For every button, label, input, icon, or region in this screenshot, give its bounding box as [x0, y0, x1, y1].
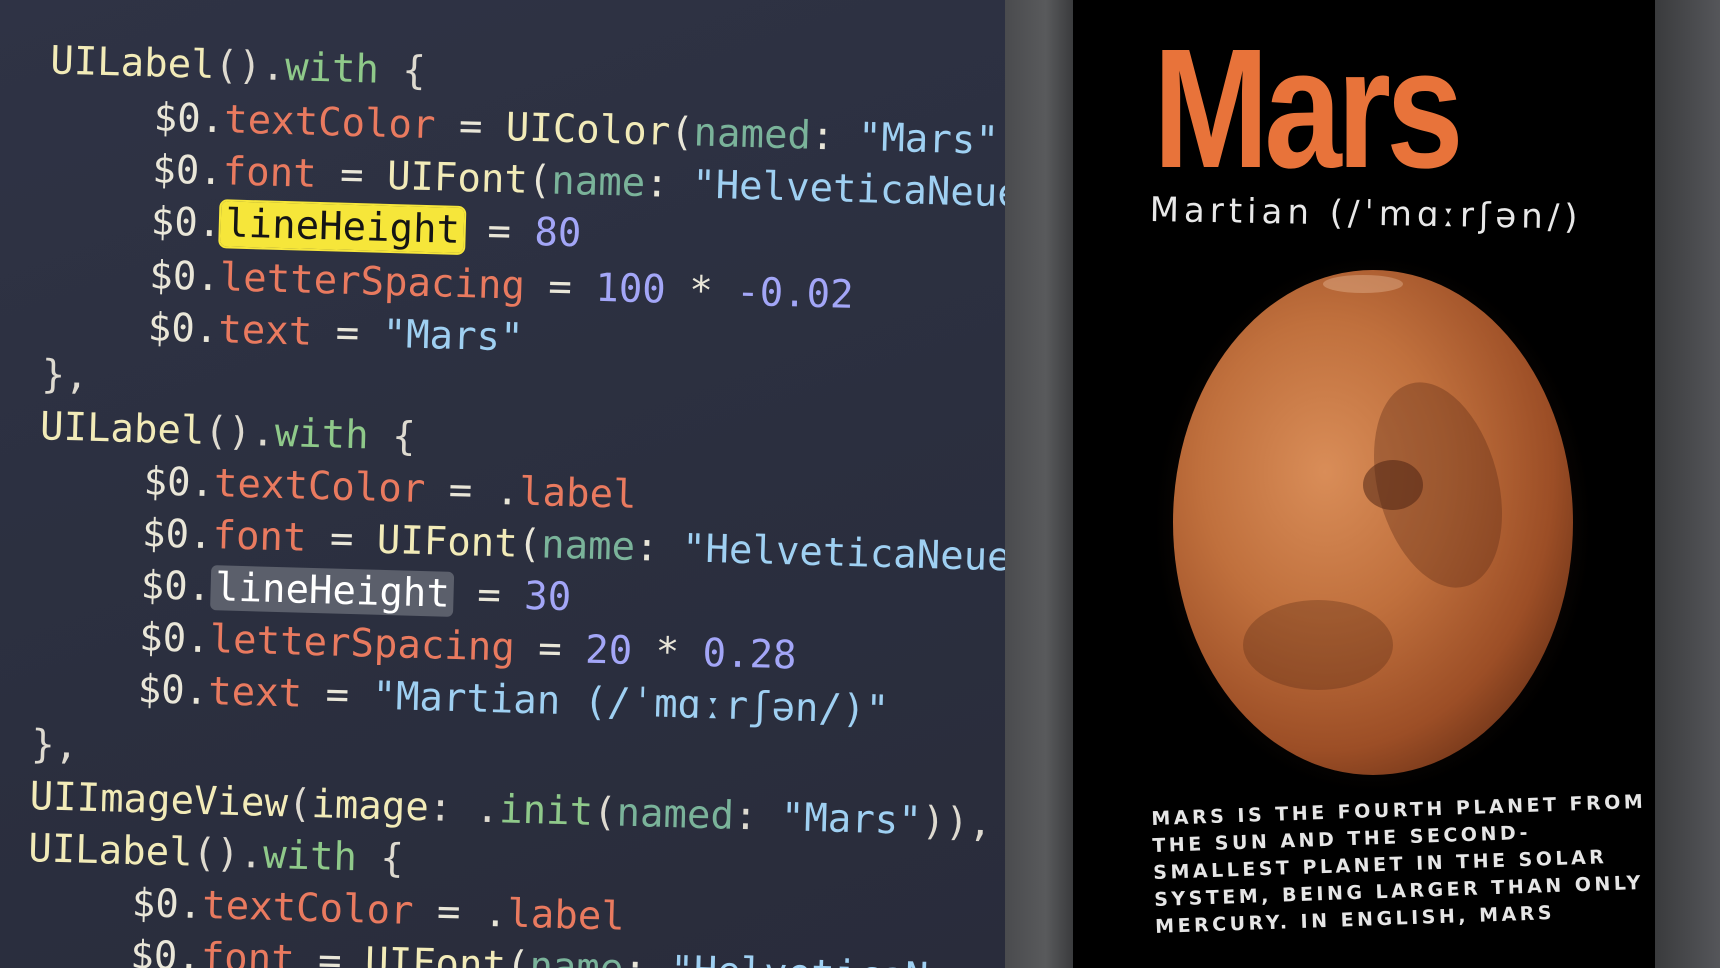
token-arg: name [540, 522, 636, 570]
token-dollar: $0 [138, 615, 187, 662]
code-line-17: $0.textColor = .label [131, 881, 626, 940]
token-dollar: $0 [137, 667, 186, 714]
token-string: "Mars" [857, 115, 1000, 164]
token-number: 0.28 [701, 630, 798, 679]
token-value: label [518, 469, 638, 518]
token-property: textColor [223, 97, 437, 149]
code-line-6: $0.text = "Mars" [147, 305, 525, 361]
token-dollar: $0 [147, 305, 196, 352]
token-property: text [207, 669, 303, 717]
token-property: letterSpacing [209, 617, 516, 671]
token-string: "HelveticaNeue- [691, 162, 1005, 218]
token-string: "HelveticaNeue- [670, 948, 1005, 968]
token-type: UIColor [505, 105, 671, 155]
token-property: textColor [201, 883, 415, 934]
token-type: UILabel [39, 404, 206, 454]
mars-image [1153, 254, 1593, 794]
token-arg: named [615, 790, 735, 839]
token-number: 100 [594, 265, 667, 313]
token-method: with [262, 832, 358, 881]
planet-subtitle: Martian (/ˈmɑːrʃən/) [1149, 190, 1583, 238]
token-dollar: $0 [140, 563, 189, 610]
token-dollar: $0 [141, 511, 190, 558]
polar-cap [1323, 275, 1403, 293]
token-property: font [211, 513, 308, 561]
token-dollar: $0 [129, 933, 178, 968]
token-dollar: $0 [153, 95, 202, 142]
token-dollar: $0 [148, 253, 197, 300]
token-dollar: $0 [131, 881, 180, 928]
surface-marking [1243, 600, 1393, 690]
highlighted-token[interactable]: lineHeight [220, 201, 465, 254]
surface-marking [1363, 460, 1423, 510]
planet-body [1173, 270, 1573, 775]
token-type: UIFont [386, 153, 529, 203]
token-type: UILabel [27, 826, 194, 876]
planet-title: Mars [1153, 14, 1464, 204]
token-number: 30 [523, 573, 572, 621]
planet-description: Mars is the fourth planet from the Sun a… [1151, 790, 1647, 941]
token-property: font [200, 934, 296, 968]
token-number: 80 [533, 210, 583, 257]
token-arg: name [528, 944, 624, 968]
code-editor: UILabel().with { $0.textColor = UIColor(… [0, 0, 1005, 968]
code-line-14: }, [30, 722, 79, 769]
token-arg: image [310, 782, 430, 831]
token-type: UIFont [364, 939, 507, 968]
token-string: "Mars" [382, 311, 525, 361]
code-line-4: $0.lineHeight = 80 [150, 199, 583, 257]
selected-token[interactable]: lineHeight [210, 565, 455, 617]
token-type: UILabel [49, 38, 216, 89]
device-bezel-right [1655, 0, 1720, 968]
token-dollar: $0 [151, 147, 200, 194]
token-dollar: $0 [150, 199, 199, 246]
token-type: UIImageView [29, 774, 289, 827]
device-bezel-left [1005, 0, 1073, 968]
token-arg: name [550, 158, 646, 207]
code-line-1: UILabel().with { [49, 38, 427, 94]
token-number: 20 [584, 627, 633, 674]
token-method: init [498, 787, 594, 835]
token-method: with [284, 44, 380, 93]
token-string: "Mars" [780, 795, 923, 845]
token-number: -0.02 [735, 269, 855, 318]
token-value: label [506, 891, 626, 940]
code-line-9: $0.textColor = .label [142, 459, 638, 518]
code-block: UILabel().with { $0.textColor = UIColor(… [0, 0, 1005, 968]
token-property: font [222, 149, 318, 197]
token-arg: named [693, 110, 812, 159]
token-property: letterSpacing [219, 255, 526, 309]
code-line-11: $0.lineHeight = 30 [140, 563, 572, 621]
code-line-8: UILabel().with { [39, 404, 417, 460]
code-line-7: }, [40, 352, 90, 399]
device-screen: Mars Martian (/ˈmɑːrʃən/) Mars is the fo… [1073, 0, 1655, 968]
code-line-16: UILabel().with { [27, 826, 405, 882]
token-string: "HelveticaNeue" [681, 526, 1005, 582]
token-property: textColor [213, 461, 426, 513]
token-dollar: $0 [142, 459, 192, 506]
token-method: with [274, 410, 370, 459]
token-string: "Martian (/ˈmɑːrʃən/)" [371, 673, 890, 734]
token-type: UIFont [376, 517, 519, 567]
token-property: text [217, 307, 313, 355]
